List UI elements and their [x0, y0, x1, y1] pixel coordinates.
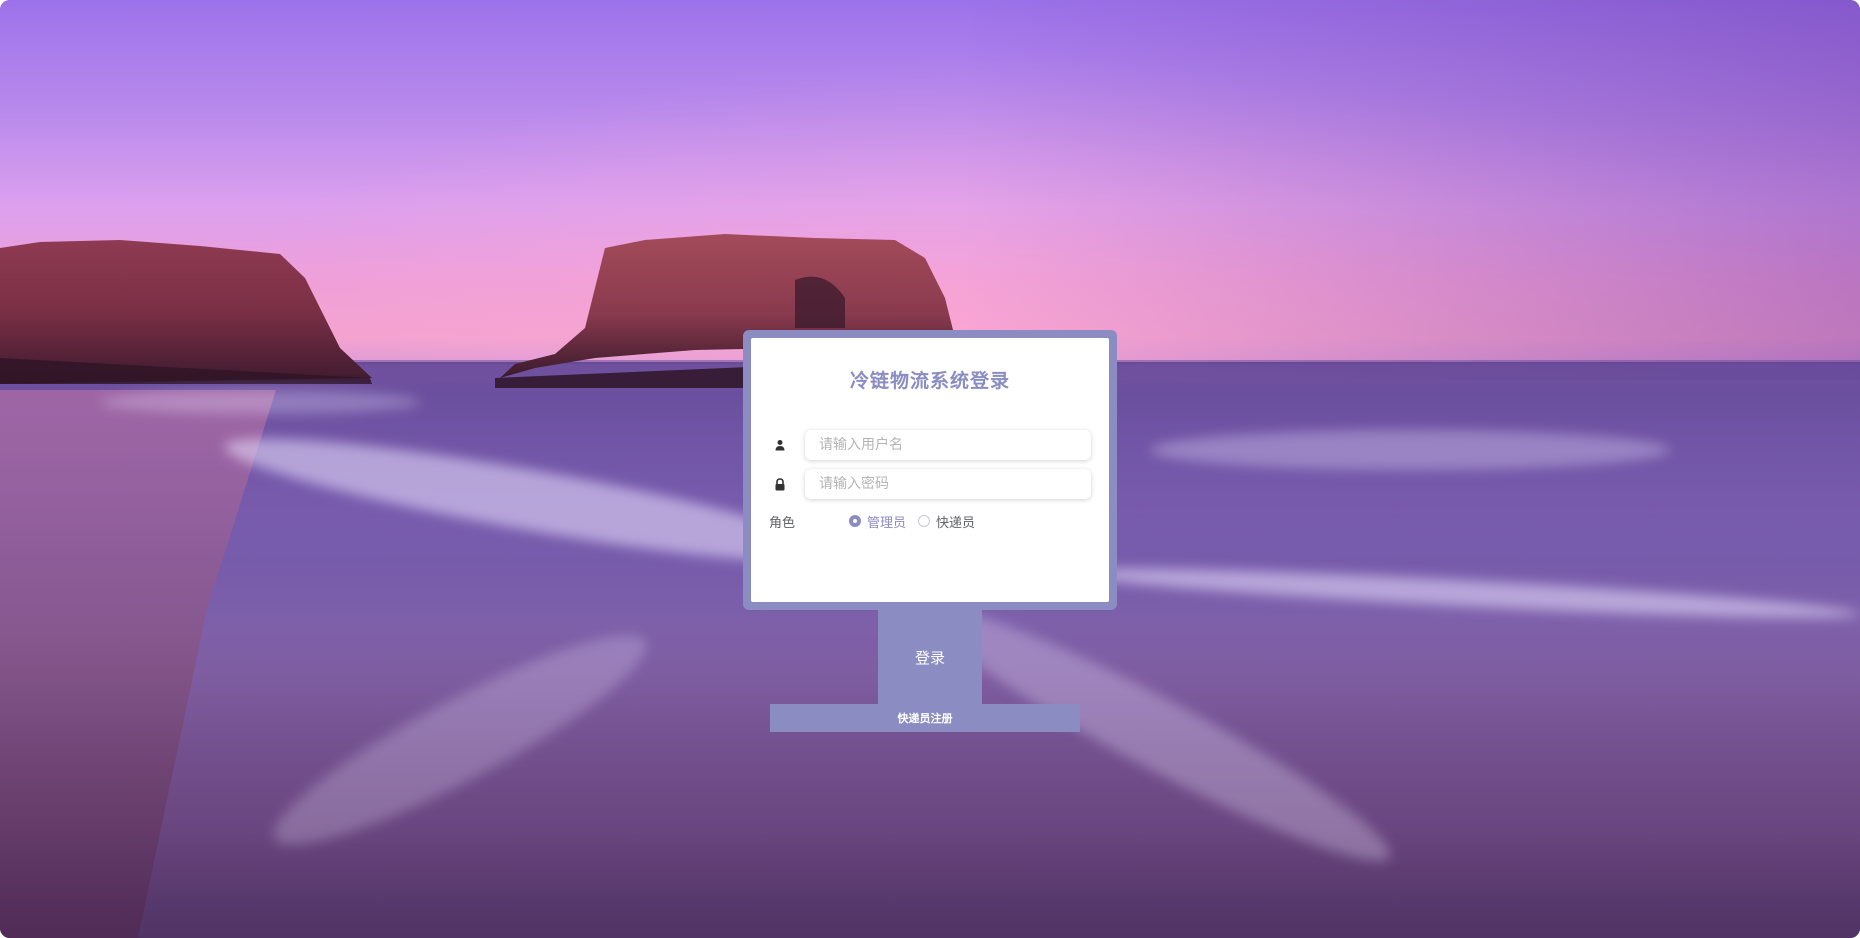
login-form: 冷链物流系统登录 请输入用户名 角色 管理员 快递员	[751, 338, 1109, 602]
password-row	[771, 469, 1091, 499]
role-option-label: 快递员	[936, 515, 976, 531]
login-button[interactable]: 登录	[878, 610, 982, 704]
role-radio-admin[interactable]: 管理员	[849, 512, 906, 531]
radio-unchecked-icon[interactable]	[918, 515, 931, 527]
login-page: 冷链物流系统登录 请输入用户名 角色 管理员 快递员 登录 快递员注册	[0, 0, 1860, 938]
user-icon	[771, 436, 789, 454]
radio-checked-icon[interactable]	[849, 515, 861, 527]
lock-icon	[771, 475, 789, 493]
courier-register-button[interactable]: 快递员注册	[770, 704, 1080, 732]
role-label: 角色	[769, 515, 796, 531]
role-selector: 角色 管理员 快递员	[769, 511, 1091, 531]
username-input[interactable]	[805, 430, 1091, 460]
login-card: 冷链物流系统登录 请输入用户名 角色 管理员 快递员	[743, 330, 1117, 610]
role-option-label: 管理员	[867, 515, 907, 531]
username-row	[771, 430, 1091, 460]
login-title: 冷链物流系统登录	[849, 370, 1010, 392]
role-radio-courier[interactable]: 快递员	[918, 512, 975, 531]
password-input[interactable]	[805, 469, 1091, 499]
left-rock	[0, 240, 372, 384]
